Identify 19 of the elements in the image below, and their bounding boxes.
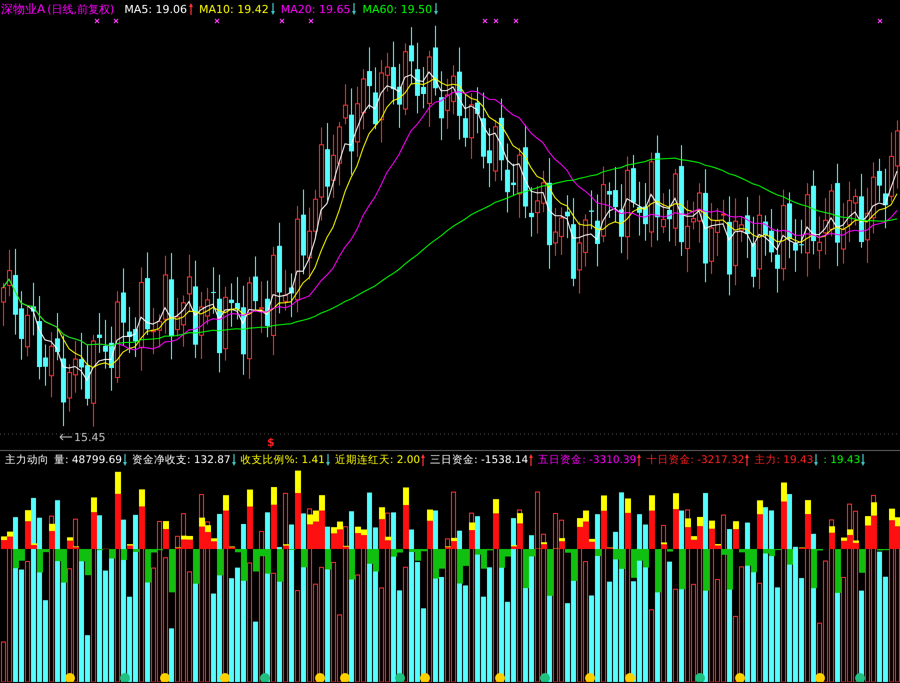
indicator-value: : 19.43 [823,454,860,466]
leader-arrow [60,434,72,440]
signal-mark: $ [267,436,275,449]
indicator-value: 十日资金: -3217.32 [646,453,744,467]
indicator-value: 近期连红天: 2.00 [334,453,420,467]
ma-value: MA10: 19.42 [199,2,269,16]
indicator-value: 五日资金: -3310.39 [538,453,636,467]
ma-value: MA5: 19.06 [124,2,188,16]
indicator-value: 资金净收支: 132.87 [132,453,231,467]
indicator-value: 主力: 19.43 [754,453,814,467]
ma-value: MA20: 19.65 [280,2,350,16]
ma-value: MA60: 19.50 [362,2,432,16]
indicator-value: 量: 48799.69 [54,453,122,467]
low-price-label: 15.45 [74,431,106,444]
security-name: 深物业A [1,0,46,18]
chart-period: (日线,前复权) [47,2,114,16]
indicator-value: 三日资金: -1538.14 [430,453,528,467]
indicator-name: 主力动向 [5,453,49,467]
indicator-value: 收支比例%: 1.41 [240,453,325,467]
